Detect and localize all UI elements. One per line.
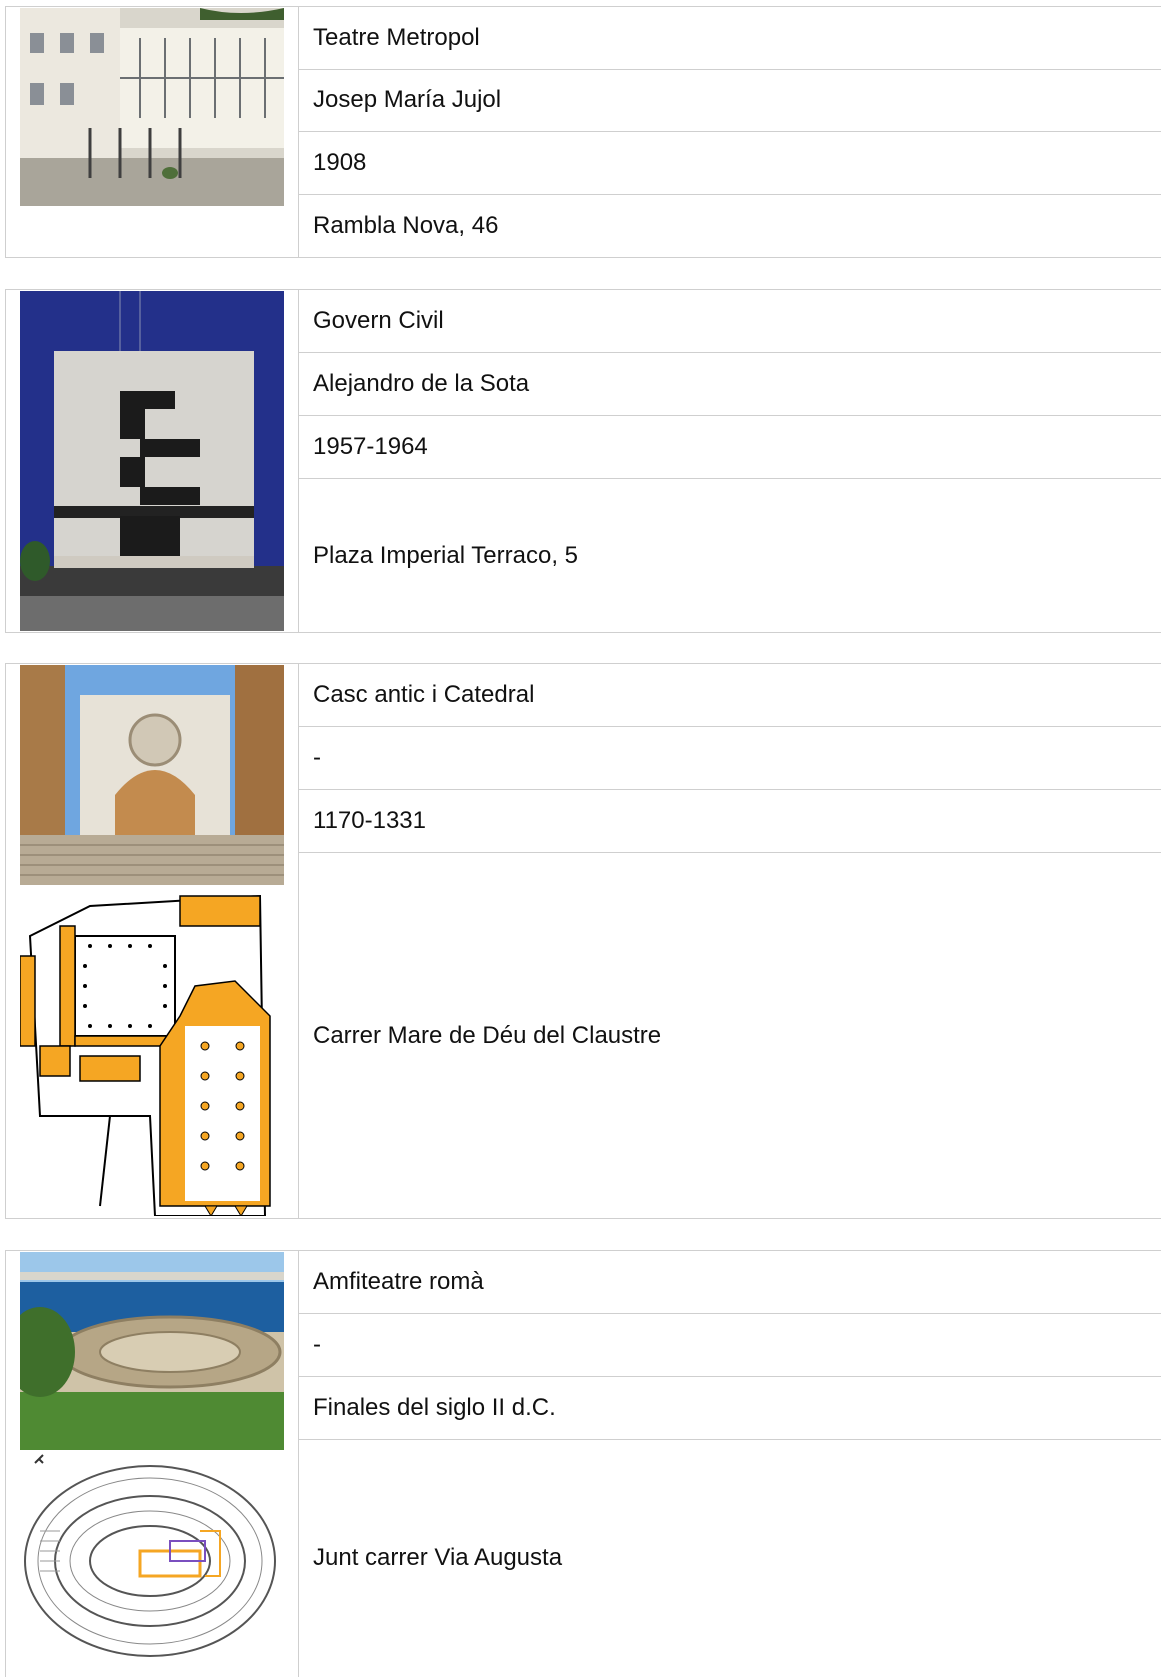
entry-year: 1908 [299, 132, 1161, 195]
entry-fields: Govern Civil Alejandro de la Sota 1957-1… [299, 290, 1161, 632]
entry-fields: Teatre Metropol Josep María Jujol 1908 R… [299, 7, 1161, 257]
entry-name: Govern Civil [299, 290, 1161, 353]
entry-card-catedral: Casc antic i Catedral - 1170-1331 Carrer… [5, 663, 1161, 1219]
entry-year: Finales del siglo II d.C. [299, 1377, 1161, 1440]
entry-card-amfiteatre: Amfiteatre romà - Finales del siglo II d… [5, 1250, 1161, 1677]
entry-name: Casc antic i Catedral [299, 664, 1161, 727]
entry-year: 1957-1964 [299, 416, 1161, 479]
building-photo [20, 8, 284, 206]
entry-year: 1170-1331 [299, 790, 1161, 853]
entry-address: Junt carrer Via Augusta [313, 1544, 563, 1571]
entry-address: Rambla Nova, 46 [313, 211, 499, 239]
image-cell [6, 1251, 299, 1677]
entry-architect: Alejandro de la Sota [299, 353, 1161, 416]
amphitheatre-plan [20, 1451, 284, 1677]
entry-fields: Amfiteatre romà - Finales del siglo II d… [299, 1251, 1161, 1677]
entry-fields: Casc antic i Catedral - 1170-1331 Carrer… [299, 664, 1161, 1218]
entry-name: Teatre Metropol [299, 7, 1161, 70]
entry-address: Carrer Mare de Déu del Claustre [313, 1021, 662, 1049]
image-cell [6, 290, 299, 632]
image-cell [6, 7, 299, 257]
image-cell [6, 664, 299, 1218]
entry-architect: Josep María Jujol [299, 70, 1161, 132]
cathedral-photo [20, 665, 284, 885]
entry-card-teatre-metropol: Teatre Metropol Josep María Jujol 1908 R… [5, 6, 1161, 258]
entry-architect: - [299, 727, 1161, 790]
cathedral-floor-plan [20, 886, 284, 1216]
amphitheatre-photo [20, 1252, 284, 1450]
entry-card-govern-civil: Govern Civil Alejandro de la Sota 1957-1… [5, 289, 1161, 633]
entry-architect: - [299, 1314, 1161, 1377]
entry-address: Plaza Imperial Terraco, 5 [313, 541, 579, 569]
building-photo [20, 291, 284, 631]
entry-name: Amfiteatre romà [299, 1251, 1161, 1314]
